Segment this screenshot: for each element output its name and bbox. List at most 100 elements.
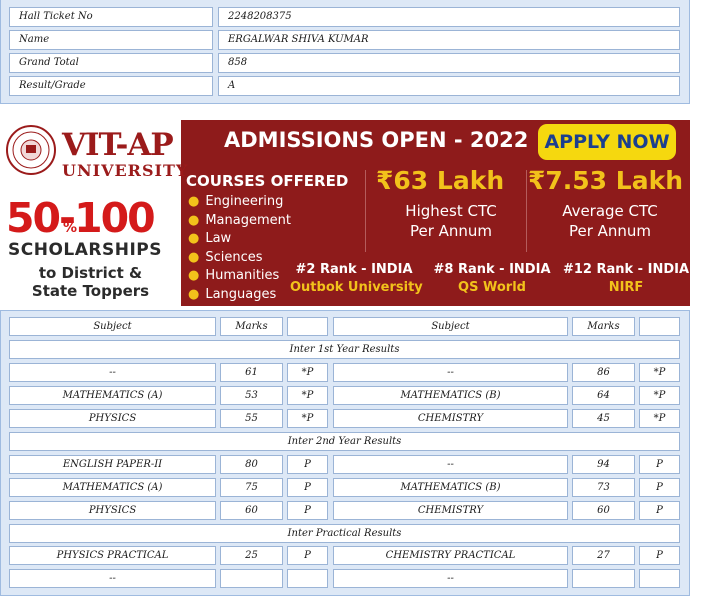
header-result <box>287 317 328 336</box>
ad-courses-title: COURSES OFFERED <box>186 172 349 190</box>
section-title-practical: Inter Practical Results <box>9 524 680 543</box>
result-cell: P <box>287 455 328 474</box>
subject-cell: CHEMISTRY <box>333 501 568 520</box>
grand-total-value: 858 <box>218 53 680 73</box>
result-cell: P <box>287 478 328 497</box>
grand-total-label: Grand Total <box>9 53 213 73</box>
marks-cell: 73 <box>572 478 635 497</box>
course-label: Law <box>205 231 232 246</box>
ad-highest-ctc-line2: Per Annum <box>409 222 493 240</box>
subject-cell: ENGLISH PAPER-II <box>9 455 216 474</box>
ad-left-panel: VIT-AP UNIVERSITY 50-100 % SCHOLARSHIPS … <box>0 120 187 306</box>
ad-scholarships-word: SCHOLARSHIPS <box>8 240 162 260</box>
ad-logo-subtitle: UNIVERSITY <box>62 161 189 180</box>
course-label: Humanities <box>205 268 280 283</box>
course-label: Sciences <box>205 249 263 265</box>
header-subject: Subject <box>333 317 568 336</box>
subject-cell: PHYSICS PRACTICAL <box>9 546 216 565</box>
ad-rank-1: #2 Rank - INDIA <box>295 262 413 277</box>
hall-ticket-label: Hall Ticket No <box>9 7 213 27</box>
header-subject: Subject <box>9 317 216 336</box>
header-result <box>639 317 680 336</box>
course-item: ● Sciences <box>188 249 291 268</box>
bullet-icon: ● <box>188 231 200 246</box>
marks-cell <box>220 569 283 588</box>
ad-scholar-line3: State Toppers <box>31 282 150 300</box>
subject-cell: MATHEMATICS (A) <box>9 478 216 497</box>
result-cell: P <box>639 501 680 520</box>
name-label: Name <box>9 30 213 50</box>
marks-cell: 60 <box>572 501 635 520</box>
marks-cell: 94 <box>572 455 635 474</box>
marks-cell: 45 <box>572 409 635 428</box>
apply-now-button[interactable]: APPLY NOW <box>538 124 676 160</box>
result-cell: P <box>639 455 680 474</box>
ad-divider <box>365 170 366 252</box>
section-title-1st-year: Inter 1st Year Results <box>9 340 680 359</box>
marks-cell: 53 <box>220 386 283 405</box>
subject-cell: -- <box>9 569 216 588</box>
subject-cell: PHYSICS <box>9 409 216 428</box>
subject-cell: CHEMISTRY <box>333 409 568 428</box>
result-cell: P <box>639 478 680 497</box>
result-cell: P <box>287 501 328 520</box>
result-grade-value: A <box>218 76 680 96</box>
ad-rank-1-source: Outbok University <box>290 280 423 295</box>
ad-headline: ADMISSIONS OPEN - 2022 <box>224 128 529 152</box>
bullet-icon: ● <box>188 212 200 228</box>
subject-cell: MATHEMATICS (A) <box>9 386 216 405</box>
bullet-icon: ● <box>188 268 200 283</box>
marks-cell: 86 <box>572 363 635 382</box>
subject-cell: -- <box>9 363 216 382</box>
bullet-icon: ● <box>188 286 200 302</box>
marks-cell: 55 <box>220 409 283 428</box>
result-cell: P <box>639 546 680 565</box>
result-cell: *P <box>287 386 328 405</box>
result-cell <box>639 569 680 588</box>
ad-highest-ctc-line1: Highest CTC <box>405 202 497 220</box>
ad-highest-ctc-value: ₹63 Lakh <box>376 166 505 195</box>
course-item: ● Law <box>188 230 291 249</box>
subject-cell: CHEMISTRY PRACTICAL <box>333 546 568 565</box>
bullet-icon: ● <box>188 249 200 265</box>
course-item: ● Humanities <box>188 267 291 286</box>
marks-cell: 75 <box>220 478 283 497</box>
course-label: Languages <box>205 286 277 302</box>
header-marks: Marks <box>220 317 283 336</box>
ad-divider <box>526 170 527 252</box>
course-item: ● Languages <box>188 286 291 305</box>
section-title-2nd-year: Inter 2nd Year Results <box>9 432 680 451</box>
course-label: Management <box>205 212 291 228</box>
ad-scholar-line2: to District & <box>38 264 143 282</box>
result-cell <box>287 569 328 588</box>
marks-cell: 80 <box>220 455 283 474</box>
ad-rank-2-source: QS World <box>458 280 526 295</box>
marks-cell: 61 <box>220 363 283 382</box>
header-marks: Marks <box>572 317 635 336</box>
result-cell: P <box>287 546 328 565</box>
result-cell: *P <box>639 386 680 405</box>
result-grade-label: Result/Grade <box>9 76 213 96</box>
subject-cell: -- <box>333 569 568 588</box>
ad-rank-2: #8 Rank - INDIA <box>433 262 551 277</box>
marks-cell <box>572 569 635 588</box>
bullet-icon: ● <box>188 194 200 209</box>
ad-average-ctc-value: ₹7.53 Lakh <box>528 166 684 195</box>
ad-rank-3: #12 Rank - INDIA <box>562 262 690 277</box>
result-cell: *P <box>287 409 328 428</box>
marks-panel: Subject Marks Subject Marks Inter 1st Ye… <box>0 310 690 596</box>
ad-average-ctc-line1: Average CTC <box>562 202 658 220</box>
ad-courses-list: ● Engineering ● Management ● Law ● Sciences … <box>188 193 291 304</box>
ad-percent-symbol: % <box>63 220 78 236</box>
vit-seal-icon <box>6 125 56 175</box>
marks-cell: 25 <box>220 546 283 565</box>
result-cell: *P <box>639 363 680 382</box>
course-label: Engineering <box>205 194 284 209</box>
marks-cell: 60 <box>220 501 283 520</box>
course-item: ● Engineering <box>188 193 291 212</box>
student-info-panel: Hall Ticket No 2248208375 Name ERGALWAR … <box>0 0 690 104</box>
ad-rank-3-source: NIRF <box>608 280 644 295</box>
hall-ticket-value: 2248208375 <box>218 7 680 27</box>
ad-logo-title: VIT-AP <box>62 127 174 163</box>
ad-average-ctc-line2: Per Annum <box>568 222 652 240</box>
